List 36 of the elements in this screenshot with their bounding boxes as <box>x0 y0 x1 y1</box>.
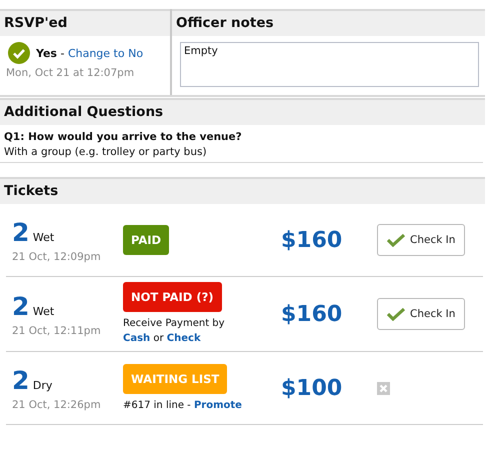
ticket-price: $160 <box>281 228 342 252</box>
ticket-type: Wet <box>32 304 54 318</box>
rsvp-date: Mon, Oct 21 at 12:07pm <box>5 66 136 81</box>
ticket-type: Dry <box>32 378 52 392</box>
note-link[interactable]: Cash <box>123 333 150 344</box>
notes-field[interactable]: Empty <box>180 42 479 87</box>
checkmark-icon <box>387 307 405 321</box>
section-title: Tickets <box>4 183 58 199</box>
check-icon <box>8 42 30 64</box>
ticket-time: 21 Oct, 12:11pm <box>12 324 102 336</box>
ticket-time: 21 Oct, 12:09pm <box>12 250 102 262</box>
section-title: RSVP'ed <box>4 15 68 31</box>
ticket-type: Wet <box>32 230 54 244</box>
ticket-quantity: 2 <box>12 218 30 246</box>
check-in-button[interactable]: Check In <box>377 298 466 330</box>
note-link[interactable]: Promote <box>194 400 242 410</box>
status-badge: WAITING LIST <box>123 364 228 394</box>
ticket-note: Receive Payment by Cash or Check <box>123 317 226 346</box>
note-link[interactable]: Check <box>166 333 201 344</box>
rsvp-answer: Yes - Change to No <box>36 46 144 60</box>
check-in-button[interactable]: Check In <box>377 224 466 256</box>
ticket-price: $100 <box>281 376 342 400</box>
ticket-note: #617 in line - Promote <box>123 398 243 412</box>
ticket-price: $160 <box>281 302 342 326</box>
section-title: Additional Questions <box>4 104 164 120</box>
status-badge: NOT PAID (?) <box>123 282 222 312</box>
checkmark-icon <box>387 233 405 247</box>
remove-icon[interactable] <box>377 382 390 394</box>
status-badge: PAID <box>123 225 170 255</box>
ticket-quantity: 2 <box>12 366 30 394</box>
section-title: Officer notes <box>176 15 274 31</box>
ticket-time: 21 Oct, 12:26pm <box>12 398 102 410</box>
answer-text: With a group (e.g. trolley or party bus) <box>4 146 208 158</box>
change-link[interactable]: Change to No <box>68 46 144 60</box>
ticket-quantity: 2 <box>12 292 30 320</box>
question-text: Q1: How would you arrive to the venue? <box>4 131 243 143</box>
